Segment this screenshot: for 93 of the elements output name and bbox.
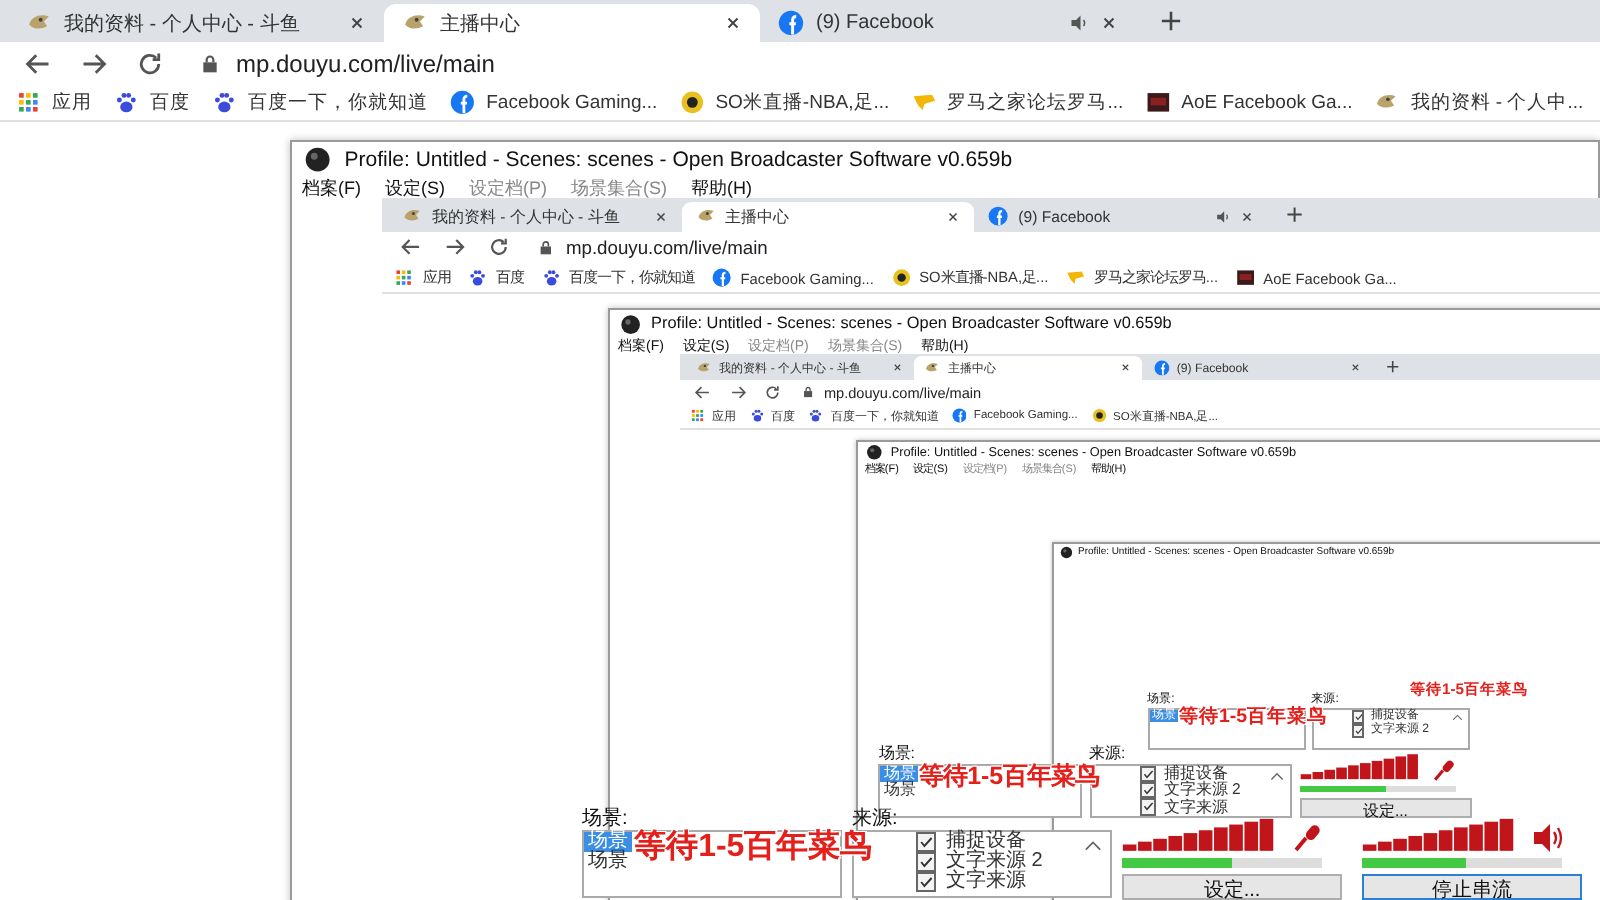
sources-label: 来源:: [852, 808, 898, 830]
checkbox[interactable]: [1139, 782, 1156, 799]
forward-arrow-icon[interactable]: [729, 383, 747, 401]
checkbox[interactable]: [916, 832, 936, 852]
address-field[interactable]: mp.douyu.com/live/main: [192, 49, 1576, 77]
close-icon[interactable]: [348, 14, 366, 32]
reload-icon[interactable]: [487, 236, 510, 259]
bookmark[interactable]: AoE Facebook Ga...: [1145, 89, 1353, 115]
panel-button[interactable]: 停止串流: [1362, 873, 1582, 899]
browser-tab[interactable]: 主播中心: [384, 4, 760, 42]
round-logo-icon: [1153, 360, 1170, 376]
lock-icon: [802, 386, 815, 399]
close-icon[interactable]: [1239, 209, 1254, 224]
url-text: mp.douyu.com/live/main: [565, 237, 768, 258]
close-icon[interactable]: [1120, 362, 1132, 374]
checkbox[interactable]: [916, 872, 936, 892]
microphone-icon[interactable]: [1292, 822, 1324, 854]
scenes-label: 场景:: [582, 808, 628, 830]
forward-arrow-icon[interactable]: [80, 49, 108, 77]
scroll-up-icon[interactable]: [1451, 714, 1463, 722]
bookmark[interactable]: Facebook Gaming...: [450, 89, 658, 115]
flag-icon: [911, 89, 937, 115]
bookmark[interactable]: 罗马之家论坛罗马...: [911, 89, 1124, 115]
menu-item[interactable]: 设定(S): [385, 175, 445, 202]
circle-logo-icon: [304, 146, 332, 174]
round-logo-icon: [778, 10, 804, 36]
checkbox[interactable]: [1139, 765, 1156, 783]
paw-icon: [212, 89, 237, 115]
overlay-text: 等待1-5百年菜鸟: [919, 764, 1100, 792]
scroll-up-icon[interactable]: [1084, 840, 1102, 852]
checkbox[interactable]: [916, 852, 936, 872]
ball-icon: [891, 268, 911, 288]
bookmark[interactable]: 百度: [114, 89, 191, 115]
menu-item[interactable]: 档案(F): [302, 175, 361, 202]
bird-icon: [696, 360, 712, 376]
back-arrow-icon[interactable]: [24, 49, 52, 77]
browser-tab[interactable]: (9) Facebook: [760, 4, 1136, 42]
circle-logo-icon: [1059, 546, 1073, 560]
apps-icon: [16, 89, 41, 115]
close-icon[interactable]: [946, 209, 961, 224]
overlay-text: 等待1-5百年菜鸟: [1178, 707, 1327, 730]
microphone-icon[interactable]: [1432, 757, 1458, 783]
close-icon[interactable]: [653, 209, 668, 224]
back-arrow-icon[interactable]: [694, 383, 712, 401]
scroll-up-icon[interactable]: [1269, 772, 1284, 782]
plus-icon[interactable]: [1286, 206, 1304, 224]
bookmark[interactable]: 百度一下，你就知道: [212, 89, 429, 115]
paw-icon: [541, 268, 561, 288]
tile-icon: [1145, 89, 1170, 115]
close-icon[interactable]: [892, 362, 904, 374]
reload-icon[interactable]: [136, 49, 164, 77]
back-arrow-icon[interactable]: [400, 236, 423, 259]
bookmark[interactable]: 应用: [16, 89, 93, 115]
paw-icon: [467, 268, 487, 288]
apps-icon: [690, 408, 706, 424]
source-label: 捕捉设备: [946, 832, 1026, 852]
paw-icon: [749, 408, 765, 424]
plus-icon[interactable]: [1160, 10, 1182, 32]
paw-icon: [114, 89, 139, 115]
menu-item[interactable]: 帮助(H): [691, 175, 752, 202]
close-icon[interactable]: [1349, 362, 1361, 374]
close-icon[interactable]: [1100, 14, 1118, 32]
plus-icon[interactable]: [1386, 360, 1400, 374]
circle-logo-icon: [620, 313, 642, 335]
tile-icon: [1235, 268, 1255, 288]
url-text: mp.douyu.com/live/main: [236, 49, 495, 77]
bookmark[interactable]: 我的资料 - 个人中...: [1374, 89, 1584, 115]
bookmark[interactable]: SO米直播-NBA,足...: [679, 89, 890, 115]
source-label: 文字来源: [946, 872, 1026, 892]
window-title: Profile: Untitled - Scenes: scenes - Open Broadcaster Software v0.659b: [344, 147, 1013, 172]
bird-icon: [924, 360, 941, 376]
panel-button[interactable]: 设定...: [1122, 873, 1342, 899]
browser-tab[interactable]: 我的资料 - 个人中心 - 斗鱼: [8, 4, 384, 42]
paw-icon: [808, 408, 824, 424]
circle-logo-icon: [866, 443, 884, 461]
scene-item[interactable]: 场景: [584, 852, 632, 872]
round-logo-icon: [988, 206, 1009, 227]
ball-icon: [679, 89, 705, 115]
overlay-text: 等待1-5百年菜鸟: [634, 830, 873, 866]
apps-icon: [394, 268, 414, 288]
reload-icon[interactable]: [763, 383, 781, 401]
close-icon[interactable]: [724, 14, 742, 32]
checkbox[interactable]: [1139, 798, 1156, 816]
address-field[interactable]: mp.douyu.com/live/main: [531, 237, 1600, 258]
forward-arrow-icon[interactable]: [444, 236, 467, 259]
checkbox[interactable]: [1351, 709, 1365, 724]
lock-icon: [537, 240, 554, 256]
source-label: 文字来源 2: [946, 852, 1043, 872]
ball-icon: [1091, 408, 1107, 424]
round-logo-icon: [450, 89, 475, 115]
speaker-icon[interactable]: [1532, 822, 1564, 854]
lock-icon: [200, 53, 220, 73]
window-title: Profile: Untitled - Scenes: scenes - Open Broadcaster Software v0.659b: [651, 314, 1172, 333]
